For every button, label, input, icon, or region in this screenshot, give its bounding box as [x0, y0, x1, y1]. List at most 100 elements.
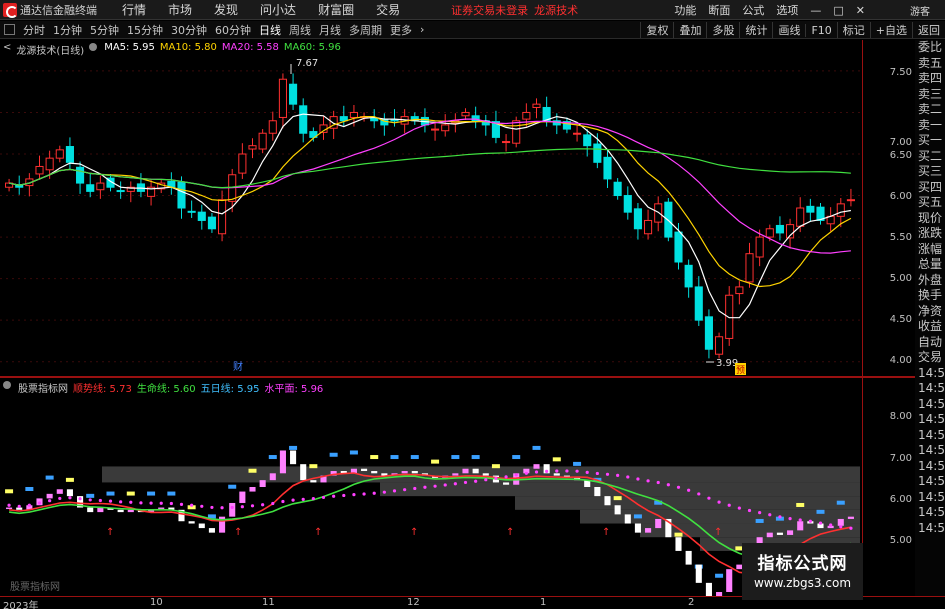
buy-arrow: ↑: [106, 527, 114, 538]
side-panel-item[interactable]: 14:56: [915, 490, 945, 506]
side-panel-item[interactable]: 14:56: [915, 428, 945, 444]
indicator-eye-icon[interactable]: [89, 42, 99, 57]
period-15min[interactable]: 15分钟: [123, 22, 167, 38]
side-panel-item[interactable]: 14:56: [915, 474, 945, 490]
menu-shichang[interactable]: 市场: [157, 1, 203, 18]
period-fenshi[interactable]: 分时: [19, 22, 49, 38]
btn-fuquan[interactable]: 复权: [640, 22, 673, 38]
water-level-dot: [372, 491, 376, 495]
side-panel-item[interactable]: 交易: [915, 350, 945, 366]
side-panel-item[interactable]: 买三: [915, 164, 945, 180]
y-tick: 6.50: [889, 150, 912, 161]
side-panel-item[interactable]: 14:56: [915, 505, 945, 521]
candle-body: [603, 156, 612, 180]
side-panel-item[interactable]: 卖五: [915, 56, 945, 72]
window-restore-icon[interactable]: □: [827, 4, 849, 17]
menu-wenxiaoda[interactable]: 问小达: [249, 1, 307, 18]
indicator-panel[interactable]: ↑ ↑ ↑ ↑ ↑ ↑ ↑ 股票指标网 顺势线: 5.73 生命线: 5.60 五日线: 5…: [0, 378, 862, 599]
side-panel-item[interactable]: 买四: [915, 180, 945, 196]
menu-xuanxiang[interactable]: 选项: [770, 2, 804, 18]
side-panel-item[interactable]: 总量: [915, 257, 945, 273]
chevron-right-icon[interactable]: ›: [416, 23, 428, 36]
period-5min[interactable]: 5分钟: [86, 22, 123, 38]
period-multi[interactable]: 多周期: [345, 22, 386, 38]
btn-huaxian[interactable]: 画线: [772, 22, 805, 38]
app-logo-icon: [3, 2, 18, 18]
side-panel-item[interactable]: 14:56: [915, 521, 945, 537]
btn-f10[interactable]: F10: [805, 23, 836, 37]
period-daily[interactable]: 日线: [255, 22, 285, 38]
legend-shunshi: 顺势线: 5.73: [73, 384, 132, 395]
support-zone: [515, 496, 860, 510]
window-minimize-icon[interactable]: —: [804, 4, 827, 17]
menu-gongshi[interactable]: 公式: [736, 2, 770, 18]
indicator-chart[interactable]: ↑ ↑ ↑ ↑ ↑ ↑ ↑: [0, 378, 862, 599]
side-panel-item[interactable]: 卖二: [915, 102, 945, 118]
layout-icon[interactable]: [4, 24, 15, 35]
candle-body: [836, 203, 845, 217]
indicator-eye-icon[interactable]: [3, 380, 13, 395]
indicator-candle: [503, 482, 510, 485]
period-60min[interactable]: 60分钟: [211, 22, 255, 38]
water-level-dot: [311, 496, 315, 501]
side-panel-item[interactable]: 现价: [915, 211, 945, 227]
side-panel-item[interactable]: 14:56: [915, 443, 945, 459]
side-panel-item[interactable]: 买五: [915, 195, 945, 211]
ma20-line: [8, 118, 851, 254]
collapse-icon[interactable]: <: [3, 42, 11, 57]
side-panel-item[interactable]: 卖一: [915, 118, 945, 134]
period-30min[interactable]: 30分钟: [167, 22, 211, 38]
period-weekly[interactable]: 周线: [285, 22, 315, 38]
kline-chart[interactable]: 7.67 3.99 财 预: [0, 40, 862, 376]
signal-block: [228, 484, 237, 489]
side-panel-item[interactable]: 涨跌: [915, 226, 945, 242]
water-level-dot: [849, 526, 853, 530]
side-panel-item[interactable]: 14:55: [915, 397, 945, 413]
side-panel-item[interactable]: 14:56: [915, 459, 945, 475]
side-panel-item[interactable]: 涨幅: [915, 242, 945, 258]
side-panel-item[interactable]: 14:56: [915, 412, 945, 428]
main-kline-panel[interactable]: 7.67 3.99 财 预 < 龙源技术(日线) MA5: 5.95 MA10:…: [0, 40, 862, 376]
side-panel-item[interactable]: 买二: [915, 149, 945, 165]
water-level-dot: [413, 486, 417, 491]
btn-fanhui[interactable]: 返回: [912, 22, 945, 38]
window-close-icon[interactable]: ✕: [850, 4, 871, 17]
period-more[interactable]: 更多: [386, 22, 416, 38]
btn-tongji[interactable]: 统计: [739, 22, 772, 38]
side-panel-item[interactable]: 外盘: [915, 273, 945, 289]
menu-gongneng[interactable]: 功能: [668, 2, 702, 18]
btn-zixuan[interactable]: +自选: [869, 22, 912, 38]
menu-jiaoyi[interactable]: 交易: [365, 1, 411, 18]
side-panel-item[interactable]: 14:55: [915, 366, 945, 382]
date-label: 1: [540, 597, 547, 608]
btn-diejia[interactable]: 叠加: [673, 22, 706, 38]
signal-block: [289, 445, 298, 450]
side-panel-item[interactable]: 换手: [915, 288, 945, 304]
indicator-candle: [6, 507, 13, 510]
side-panel-item[interactable]: 收益: [915, 319, 945, 335]
btn-biaoji[interactable]: 标记: [836, 22, 870, 38]
btn-duogu[interactable]: 多股: [706, 22, 739, 38]
side-panel-item[interactable]: 委比: [915, 40, 945, 56]
menu-duanmian[interactable]: 断面: [702, 2, 736, 18]
menu-faxian[interactable]: 发现: [203, 1, 249, 18]
side-panel-item[interactable]: 净资: [915, 304, 945, 320]
menu-caifuquan[interactable]: 财富圈: [307, 1, 365, 18]
period-toolbar: 分时 1分钟 5分钟 15分钟 30分钟 60分钟 日线 周线 月线 多周期 更…: [0, 21, 945, 39]
y-tick: 7.00: [889, 137, 912, 148]
menu-hangqing[interactable]: 行情: [111, 1, 157, 18]
candle-body: [704, 316, 713, 350]
water-level-dot: [321, 495, 326, 500]
candle-body: [116, 190, 125, 193]
period-monthly[interactable]: 月线: [315, 22, 345, 38]
period-1min[interactable]: 1分钟: [49, 22, 86, 38]
side-panel-item[interactable]: 14:55: [915, 381, 945, 397]
side-panel-item[interactable]: 买一: [915, 133, 945, 149]
guest-label[interactable]: 游客: [907, 3, 933, 18]
login-warning[interactable]: 证券交易未登录: [451, 2, 528, 18]
side-panel-item[interactable]: 卖四: [915, 71, 945, 87]
side-panel-item[interactable]: 卖三: [915, 87, 945, 103]
indicator-candle: [310, 480, 317, 483]
side-panel-item[interactable]: 自动: [915, 335, 945, 351]
event-marker-yu: 预: [736, 365, 745, 376]
